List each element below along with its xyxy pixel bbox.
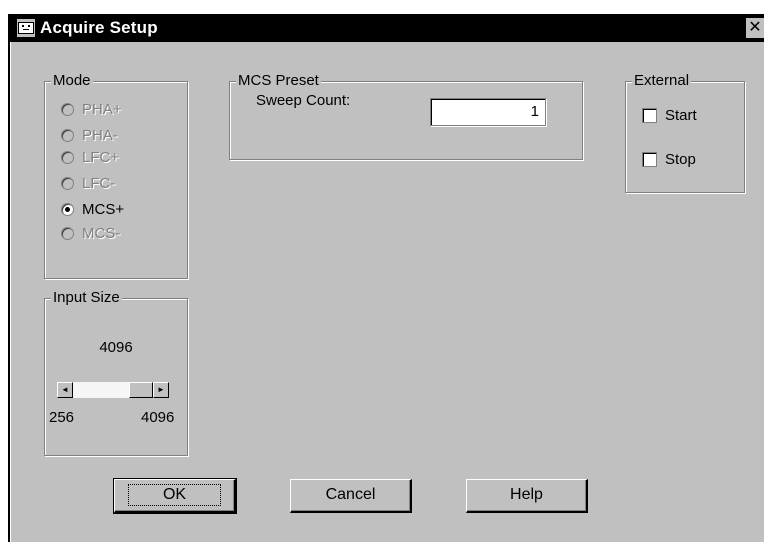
radio-label: LFC-	[82, 174, 116, 192]
mode-group: Mode PHA+ PHA- LFC+ LFC- MCS+ MCS-	[44, 72, 188, 279]
scroll-left-icon[interactable]: ◄	[57, 382, 73, 398]
radio-label: PHA+	[82, 100, 122, 118]
external-group: External Start Stop	[625, 72, 745, 193]
radio-button-icon	[61, 150, 74, 164]
radio-button-icon	[61, 226, 74, 240]
app-window-icon	[17, 19, 35, 37]
checkbox-icon	[642, 107, 657, 123]
sweep-count-label: Sweep Count:	[256, 92, 351, 109]
close-icon[interactable]: ✕	[746, 18, 764, 38]
acquire-setup-dialog: Acquire Setup ✕ Mode PHA+ PHA- LFC+ LFC-…	[10, 14, 764, 542]
cancel-button[interactable]: Cancel	[290, 479, 412, 513]
window-title: Acquire Setup	[40, 18, 158, 37]
radio-button-icon	[61, 128, 74, 142]
radio-label: PHA-	[82, 126, 118, 144]
checkbox-icon	[642, 151, 657, 167]
start-checkbox[interactable]: Start	[642, 104, 697, 126]
start-label: Start	[665, 106, 697, 124]
radio-mcs-minus[interactable]: MCS-	[61, 222, 120, 244]
radio-pha-minus[interactable]: PHA-	[61, 124, 118, 146]
scrollbar-thumb[interactable]	[129, 382, 153, 398]
input-size-max-label: 4096	[141, 409, 175, 426]
title-bar[interactable]: Acquire Setup ✕	[10, 14, 764, 42]
radio-pha-plus[interactable]: PHA+	[61, 98, 122, 120]
sweep-count-input[interactable]: 1	[430, 98, 546, 126]
ok-button-label: OK	[127, 484, 222, 506]
input-size-scrollbar[interactable]: ◄ ►	[57, 382, 169, 398]
input-size-group: Input Size 4096 ◄ ► 256 4096	[44, 289, 188, 456]
mcs-preset-group: MCS Preset Sweep Count: 1	[229, 72, 583, 160]
stop-checkbox[interactable]: Stop	[642, 148, 696, 170]
input-size-legend: Input Size	[51, 289, 122, 307]
stop-label: Stop	[665, 150, 696, 168]
help-button[interactable]: Help	[466, 479, 588, 513]
radio-label: MCS-	[82, 224, 121, 242]
mode-legend: Mode	[51, 72, 93, 90]
radio-lfc-plus[interactable]: LFC+	[61, 146, 119, 168]
ok-button[interactable]: OK	[113, 478, 237, 514]
radio-button-icon	[61, 176, 74, 190]
radio-mcs-plus[interactable]: MCS+	[61, 198, 124, 220]
input-size-value: 4096	[99, 339, 133, 356]
radio-button-icon	[61, 102, 74, 116]
radio-lfc-minus[interactable]: LFC-	[61, 172, 115, 194]
input-size-min-label: 256	[49, 409, 75, 426]
external-legend: External	[632, 72, 692, 90]
scroll-right-icon[interactable]: ►	[153, 382, 169, 398]
mcs-preset-legend: MCS Preset	[236, 72, 321, 90]
radio-label: MCS+	[82, 200, 125, 218]
radio-label: LFC+	[82, 148, 120, 166]
radio-button-icon	[61, 202, 74, 216]
radio-selected-dot	[65, 206, 70, 212]
